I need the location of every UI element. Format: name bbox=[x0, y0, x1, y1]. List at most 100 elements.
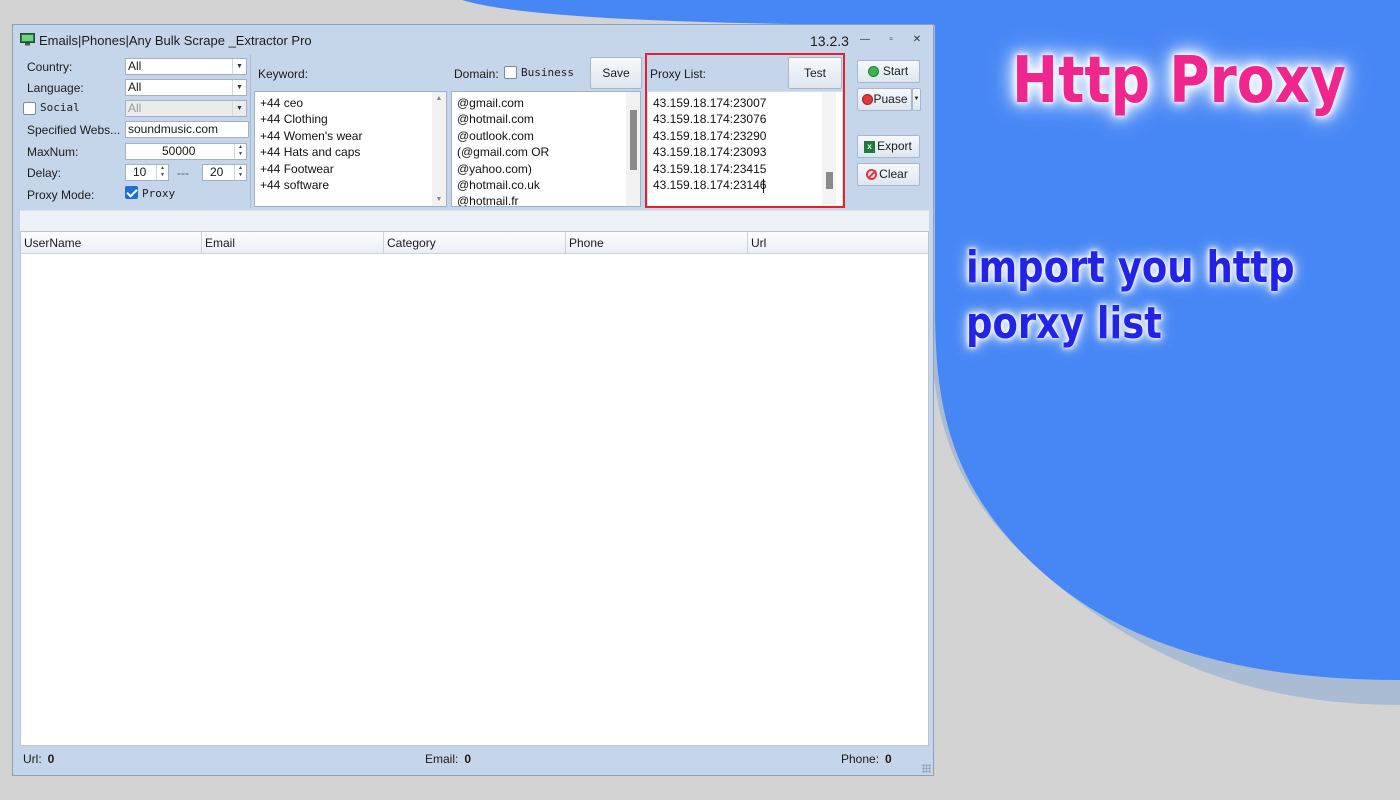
business-checkbox[interactable] bbox=[504, 66, 517, 79]
social-checkbox[interactable] bbox=[23, 102, 36, 115]
keyword-panel: Keyword: +44 ceo +44 Clothing +44 Women'… bbox=[253, 55, 448, 208]
minimize-icon[interactable]: — bbox=[857, 33, 873, 47]
promo-subtitle: import you http porxy list bbox=[966, 242, 1295, 349]
keyword-label: Keyword: bbox=[258, 67, 309, 81]
spin-down-icon[interactable]: ▼ bbox=[157, 172, 168, 179]
website-label: Specified Webs... bbox=[27, 123, 121, 137]
maxnum-label: MaxNum: bbox=[27, 145, 79, 159]
social-select[interactable]: All ▼ bbox=[125, 100, 247, 117]
excel-icon: x bbox=[864, 141, 875, 153]
keyword-line: +44 Hats and caps bbox=[260, 145, 361, 159]
country-value: All bbox=[128, 59, 142, 73]
pause-dropdown-button[interactable]: ▼ bbox=[912, 88, 921, 111]
proxy-highlight-box bbox=[645, 53, 845, 208]
domain-line: @hotmail.fr bbox=[457, 194, 519, 207]
settings-panel: Country: All ▼ Language: All ▼ Social Al… bbox=[19, 55, 251, 208]
column-username[interactable]: UserName bbox=[21, 232, 202, 254]
version-label: 13.2.3 bbox=[810, 33, 849, 49]
social-label: Social bbox=[40, 101, 80, 114]
title-bar[interactable]: Emails|Phones|Any Bulk Scrape _Extractor… bbox=[13, 25, 933, 53]
phone-status: Phone: 0 bbox=[841, 749, 892, 769]
start-label: Start bbox=[882, 64, 909, 78]
domain-line: @outlook.com bbox=[457, 129, 534, 143]
resize-grip-icon[interactable] bbox=[922, 764, 931, 773]
country-select[interactable]: All ▼ bbox=[125, 58, 247, 75]
business-label: Business bbox=[521, 66, 574, 79]
proxy-checkbox[interactable] bbox=[125, 186, 138, 199]
proxy-mode-label: Proxy Mode: bbox=[27, 188, 95, 202]
social-value: All bbox=[128, 101, 142, 115]
domain-label: Domain: bbox=[454, 67, 499, 81]
column-email[interactable]: Email bbox=[202, 232, 384, 254]
language-label: Language: bbox=[27, 81, 84, 95]
scroll-down-icon[interactable]: ▼ bbox=[432, 196, 446, 203]
chevron-down-icon: ▼ bbox=[913, 96, 920, 102]
spin-down-icon[interactable]: ▼ bbox=[235, 151, 246, 158]
url-status-label: Url: bbox=[23, 752, 42, 766]
maxnum-stepper[interactable]: 50000 ▲ ▼ bbox=[125, 143, 247, 160]
promo-title: Http Proxy bbox=[1012, 44, 1346, 118]
pause-icon bbox=[862, 94, 873, 105]
country-label: Country: bbox=[27, 60, 73, 74]
spin-up-icon[interactable]: ▲ bbox=[235, 144, 246, 151]
url-count: 0 bbox=[47, 752, 55, 766]
domain-line: @gmail.com bbox=[457, 96, 524, 110]
domain-line: @hotmail.co.uk bbox=[457, 178, 540, 192]
export-label: Export bbox=[877, 139, 912, 153]
restore-icon[interactable]: ▫ bbox=[883, 33, 899, 47]
keyword-scrollbar[interactable]: ▲ ▼ bbox=[432, 92, 446, 206]
pause-button[interactable]: Puase bbox=[857, 88, 912, 111]
column-url[interactable]: Url bbox=[748, 232, 929, 254]
url-status: Url: 0 bbox=[23, 749, 54, 769]
play-icon bbox=[868, 66, 879, 77]
language-select[interactable]: All ▼ bbox=[125, 79, 247, 96]
domain-line: @hotmail.com bbox=[457, 112, 534, 126]
email-status: Email: 0 bbox=[425, 749, 471, 769]
save-button[interactable]: Save bbox=[590, 57, 642, 89]
keyword-line: +44 Clothing bbox=[260, 112, 328, 126]
table-header: UserName Email Category Phone Url bbox=[21, 232, 928, 254]
proxy-checkbox-label: Proxy bbox=[142, 187, 176, 200]
delay-label: Delay: bbox=[27, 166, 62, 180]
window-title: Emails|Phones|Any Bulk Scrape _Extractor… bbox=[39, 33, 312, 48]
delay-min-value: 10 bbox=[133, 165, 147, 179]
domain-line: (@gmail.com OR bbox=[457, 145, 550, 159]
delay-min-stepper[interactable]: 10 ▲ ▼ bbox=[125, 164, 169, 181]
delay-max-stepper[interactable]: 20 ▲ ▼ bbox=[202, 164, 247, 181]
delay-max-value: 20 bbox=[210, 165, 224, 179]
domain-scroll-thumb[interactable] bbox=[630, 110, 637, 170]
domain-panel: Domain: Business Save @gmail.com @hotmai… bbox=[450, 55, 643, 208]
filter-strip bbox=[20, 210, 929, 231]
app-window: Emails|Phones|Any Bulk Scrape _Extractor… bbox=[12, 24, 934, 776]
spin-up-icon[interactable]: ▲ bbox=[235, 165, 246, 172]
domain-line: @yahoo.com) bbox=[457, 162, 532, 176]
clear-label: Clear bbox=[879, 167, 908, 181]
close-icon[interactable]: ✕ bbox=[909, 33, 925, 47]
results-table[interactable]: UserName Email Category Phone Url bbox=[20, 231, 929, 746]
chevron-down-icon: ▼ bbox=[232, 80, 246, 95]
monitor-icon bbox=[20, 33, 35, 46]
status-bar: Url: 0 Email: 0 Phone: 0 bbox=[20, 749, 929, 769]
clear-icon bbox=[866, 169, 877, 180]
email-count: 0 bbox=[464, 752, 472, 766]
export-button[interactable]: x Export bbox=[857, 135, 920, 158]
keyword-line: +44 Footwear bbox=[260, 162, 334, 176]
column-phone[interactable]: Phone bbox=[566, 232, 748, 254]
keyword-line: +44 ceo bbox=[260, 96, 304, 110]
domain-scrollbar[interactable] bbox=[626, 92, 640, 206]
scroll-up-icon[interactable]: ▲ bbox=[432, 95, 446, 102]
keyword-line: +44 software bbox=[260, 178, 330, 192]
email-status-label: Email: bbox=[425, 752, 459, 766]
website-input[interactable]: soundmusic.com bbox=[125, 121, 249, 138]
clear-button[interactable]: Clear bbox=[857, 163, 920, 186]
chevron-down-icon: ▼ bbox=[232, 101, 246, 116]
keyword-textarea[interactable]: +44 ceo +44 Clothing +44 Women's wear +4… bbox=[254, 91, 447, 207]
maxnum-value: 50000 bbox=[162, 144, 196, 158]
domain-textarea[interactable]: @gmail.com @hotmail.com @outlook.com (@g… bbox=[451, 91, 641, 207]
pause-label: Puase bbox=[873, 92, 908, 106]
phone-count: 0 bbox=[885, 752, 892, 766]
start-button[interactable]: Start bbox=[857, 60, 920, 83]
column-category[interactable]: Category bbox=[384, 232, 566, 254]
spin-up-icon[interactable]: ▲ bbox=[157, 165, 168, 172]
spin-down-icon[interactable]: ▼ bbox=[235, 172, 246, 179]
